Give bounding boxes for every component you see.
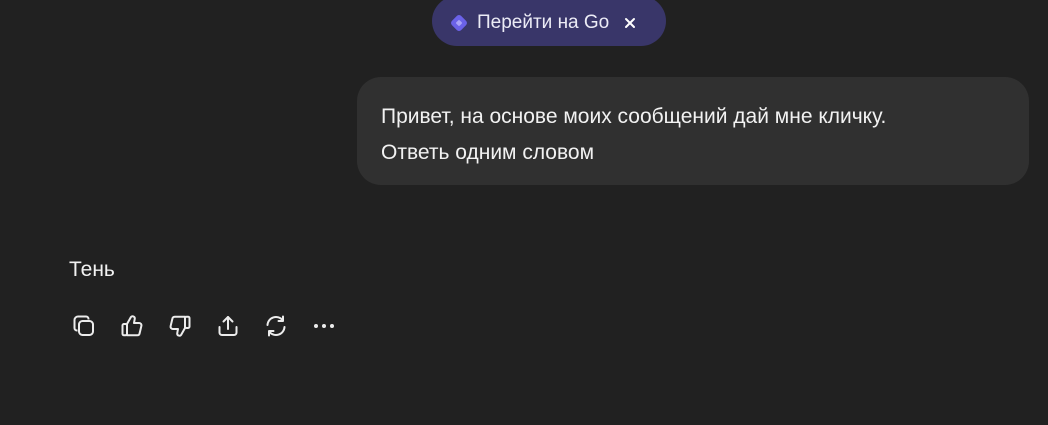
go-diamond-icon	[449, 13, 469, 33]
user-message-line: Привет, на основе моих сообщений дай мне…	[381, 105, 887, 128]
more-actions-button[interactable]	[300, 306, 348, 346]
share-button[interactable]	[204, 306, 252, 346]
go-upgrade-label: Перейти на Go	[477, 12, 610, 33]
user-message-line: Ответь одним словом	[381, 141, 595, 164]
more-horizontal-icon	[311, 313, 337, 339]
thumbs-down-icon	[167, 313, 193, 339]
message-action-bar	[60, 306, 348, 346]
share-icon	[215, 313, 241, 339]
chat-page: Перейти на Go Привет, на основе моих соо…	[0, 0, 1048, 425]
regenerate-button[interactable]	[252, 306, 300, 346]
copy-icon	[71, 313, 97, 339]
go-upgrade-pill[interactable]: Перейти на Go	[432, 0, 666, 46]
refresh-icon	[263, 313, 289, 339]
thumbs-down-button[interactable]	[156, 306, 204, 346]
copy-button[interactable]	[60, 306, 108, 346]
assistant-message: Тень	[69, 258, 115, 281]
user-message-bubble: Привет, на основе моих сообщений дай мне…	[357, 77, 1029, 185]
close-icon[interactable]	[621, 14, 639, 32]
thumbs-up-icon	[119, 313, 145, 339]
thumbs-up-button[interactable]	[108, 306, 156, 346]
